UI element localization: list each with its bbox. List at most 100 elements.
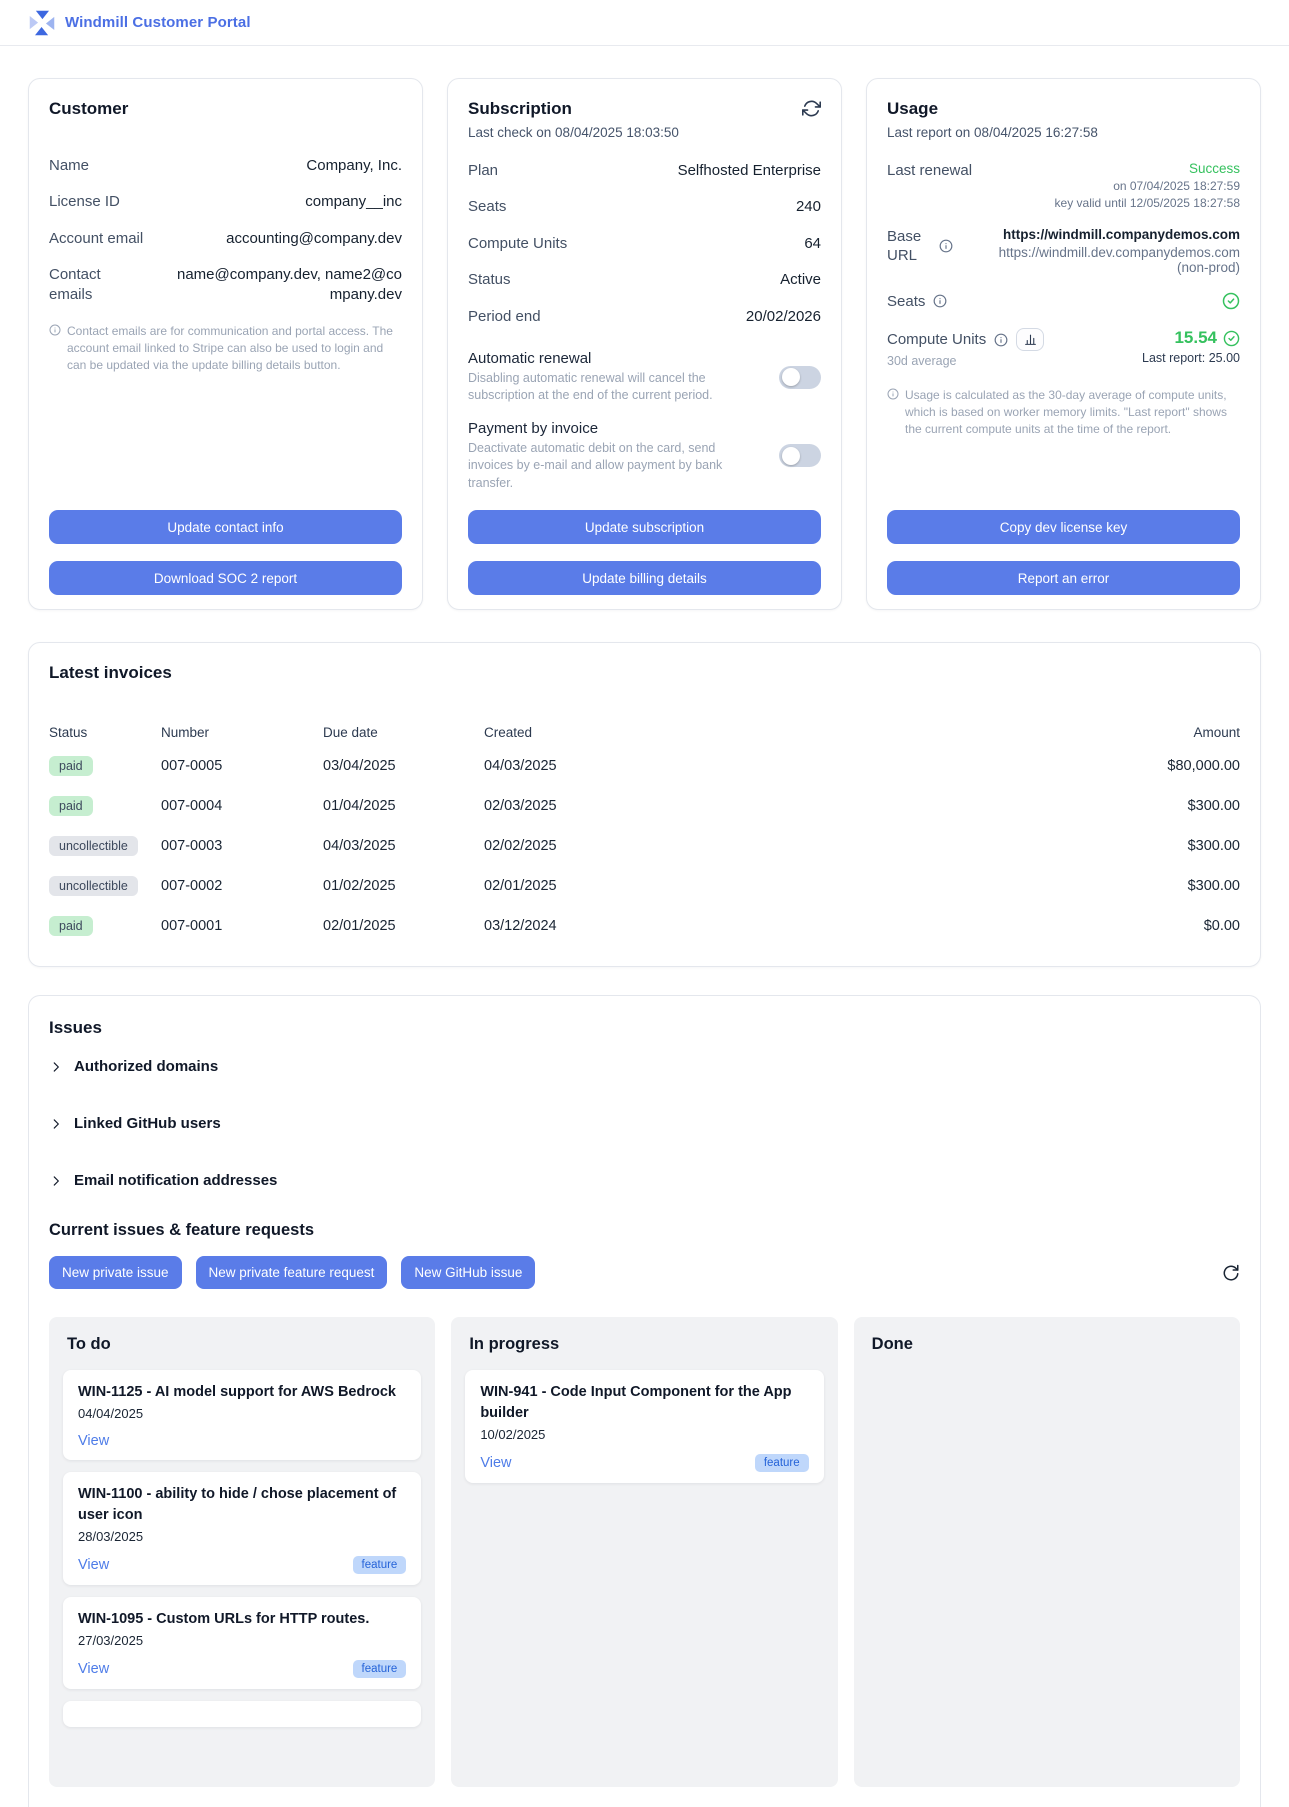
seats-row: Seats [887, 283, 1240, 320]
download-soc2-report-button[interactable]: Download SOC 2 report [49, 561, 402, 595]
windmill-logo-icon [28, 9, 56, 37]
subscription-card-title: Subscription [468, 99, 679, 119]
field-value: name@company.dev, name2@company.dev [167, 265, 402, 304]
base-url-nonprod: https://windmill.dev.companydemos.com (n… [995, 245, 1240, 275]
automatic-renewal-row: Automatic renewal Disabling automatic re… [468, 350, 821, 405]
renewal-date: on 07/04/2025 18:27:59 [1055, 179, 1240, 193]
new-private-feature-request-button[interactable]: New private feature request [196, 1256, 388, 1289]
invoice-row: paid 007-0004 01/04/2025 02/03/2025 $300… [49, 786, 1240, 826]
view-link[interactable]: View [78, 1557, 109, 1573]
new-github-issue-button[interactable]: New GitHub issue [401, 1256, 535, 1289]
field-label: Plan [468, 161, 498, 181]
info-icon[interactable] [994, 333, 1008, 347]
compute-average-label: 30d average [887, 354, 1044, 368]
column-header-status: Status [49, 725, 161, 740]
field-label: Seats [468, 197, 506, 217]
renewal-status: Success [1055, 161, 1240, 176]
info-icon[interactable] [939, 239, 953, 253]
current-issues-heading: Current issues & feature requests [49, 1221, 1240, 1240]
field-label: Contact emails [49, 265, 119, 304]
issues-card: Issues Authorized domains Linked GitHub … [28, 995, 1261, 1807]
customer-buttons: Update contact info Download SOC 2 repor… [49, 493, 402, 595]
chevron-right-icon [49, 1117, 63, 1131]
customer-field-row: Account email accounting@company.dev [49, 220, 402, 257]
invoice-amount: $300.00 [1040, 798, 1240, 814]
feature-tag: feature [353, 1556, 407, 1574]
invoice-created: 02/03/2025 [484, 798, 1040, 814]
issue-card-title: WIN-941 - Code Input Component for the A… [480, 1382, 808, 1424]
check-circle-icon [1222, 292, 1240, 310]
invoice-amount: $300.00 [1040, 838, 1240, 854]
field-value: accounting@company.dev [226, 229, 402, 249]
copy-dev-license-key-button[interactable]: Copy dev license key [887, 510, 1240, 544]
issue-card-date: 10/02/2025 [480, 1427, 808, 1442]
board-column-todo: To do WIN-1125 - AI model support for AW… [49, 1317, 435, 1787]
usage-card-title: Usage [887, 99, 1240, 119]
column-title: In progress [469, 1335, 819, 1354]
field-label: Period end [468, 307, 541, 327]
invoice-number: 007-0001 [161, 918, 323, 934]
latest-invoices-card: Latest invoices Status Number Due date C… [28, 642, 1261, 967]
field-label: Status [468, 270, 511, 290]
invoice-amount: $300.00 [1040, 878, 1240, 894]
invoice-row: uncollectible 007-0003 04/03/2025 02/02/… [49, 826, 1240, 866]
update-subscription-button[interactable]: Update subscription [468, 510, 821, 544]
invoices-table: Status Number Due date Created Amount pa… [49, 719, 1240, 946]
view-link[interactable]: View [78, 1661, 109, 1677]
field-label: Compute Units [887, 330, 986, 350]
section-authorized-domains[interactable]: Authorized domains [49, 1038, 1240, 1095]
customer-card: Customer Name Company, Inc. License ID c… [28, 78, 423, 610]
toggle-description: Deactivate automatic debit on the card, … [468, 440, 743, 493]
invoice-created: 04/03/2025 [484, 758, 1040, 774]
section-email-notification-addresses[interactable]: Email notification addresses [49, 1152, 1240, 1209]
refresh-icon[interactable] [802, 99, 821, 118]
toggle-label: Automatic renewal [468, 350, 743, 367]
invoice-due-date: 04/03/2025 [323, 838, 484, 854]
issue-card-date: 28/03/2025 [78, 1529, 406, 1544]
invoice-created: 02/02/2025 [484, 838, 1040, 854]
toggle-description: Disabling automatic renewal will cancel … [468, 370, 743, 405]
automatic-renewal-toggle[interactable] [779, 366, 821, 389]
toggle-label: Payment by invoice [468, 420, 743, 437]
invoices-header-row: Status Number Due date Created Amount [49, 719, 1240, 746]
section-linked-github-users[interactable]: Linked GitHub users [49, 1095, 1240, 1152]
report-an-error-button[interactable]: Report an error [887, 561, 1240, 595]
column-title: Done [872, 1335, 1222, 1354]
column-header-created: Created [484, 725, 1040, 740]
field-label: Seats [887, 292, 925, 312]
customer-field-row: Contact emails name@company.dev, name2@c… [49, 257, 402, 313]
usage-card: Usage Last report on 08/04/2025 16:27:58… [866, 78, 1261, 610]
update-contact-info-button[interactable]: Update contact info [49, 510, 402, 544]
payment-by-invoice-toggle[interactable] [779, 444, 821, 467]
field-label: Account email [49, 229, 143, 249]
issue-card: WIN-1100 - ability to hide / chose place… [63, 1472, 421, 1585]
field-label: Base URL [887, 227, 931, 266]
info-icon[interactable] [933, 294, 947, 308]
usage-chart-button[interactable] [1016, 328, 1044, 351]
issue-card-date: 27/03/2025 [78, 1633, 406, 1648]
field-value: 240 [796, 197, 821, 217]
subscription-field-row: Compute Units 64 [468, 225, 821, 262]
new-private-issue-button[interactable]: New private issue [49, 1256, 182, 1289]
invoice-due-date: 01/02/2025 [323, 878, 484, 894]
view-link[interactable]: View [480, 1455, 511, 1471]
board-column-done: Done [854, 1317, 1240, 1787]
issue-card: WIN-941 - Code Input Component for the A… [465, 1370, 823, 1483]
view-link[interactable]: View [78, 1433, 109, 1449]
base-url-row: Base URL https://windmill.companydemos.c… [887, 218, 1240, 283]
compute-units-value: 15.54 [1174, 328, 1217, 348]
issue-card-date: 04/04/2025 [78, 1406, 406, 1421]
update-billing-details-button[interactable]: Update billing details [468, 561, 821, 595]
customer-field-row: License ID company__inc [49, 184, 402, 221]
subscription-card: Subscription Last check on 08/04/2025 18… [447, 78, 842, 610]
board-column-in-progress: In progress WIN-941 - Code Input Compone… [451, 1317, 837, 1787]
bar-chart-icon [1024, 333, 1037, 346]
refresh-issues-icon[interactable] [1222, 1264, 1240, 1282]
issue-card-title: WIN-1125 - AI model support for AWS Bedr… [78, 1382, 406, 1403]
feature-tag: feature [755, 1454, 809, 1472]
top-header: Windmill Customer Portal [0, 0, 1289, 46]
field-label: Name [49, 156, 89, 176]
invoice-number: 007-0004 [161, 798, 323, 814]
invoice-row: uncollectible 007-0002 01/02/2025 02/01/… [49, 866, 1240, 906]
field-label: Compute Units [468, 234, 567, 254]
